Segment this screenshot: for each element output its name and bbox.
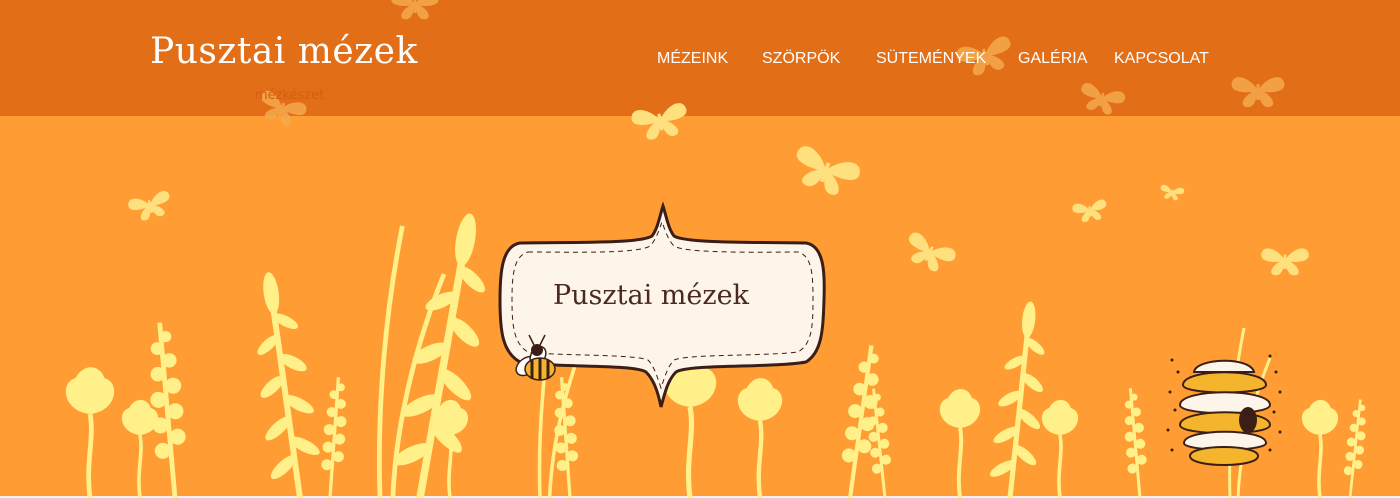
- nav-item-sutemenyek[interactable]: SÜTEMÉNYEK: [876, 49, 986, 69]
- main-navigation: MÉZEINK SZÖRPÖK SÜTEMÉNYEK GALÉRIA KAPCS…: [0, 49, 1400, 71]
- nav-item-mezeink[interactable]: MÉZEINK: [657, 49, 728, 69]
- nav-item-kapcsolat[interactable]: KAPCSOLAT: [1114, 49, 1209, 69]
- nav-item-galeria[interactable]: GALÉRIA: [1018, 49, 1087, 69]
- site-tagline: mézkészet: [255, 88, 325, 103]
- hero-badge-title: Pusztai mézek: [553, 280, 749, 311]
- nav-item-szorpok[interactable]: SZÖRPÖK: [762, 49, 840, 69]
